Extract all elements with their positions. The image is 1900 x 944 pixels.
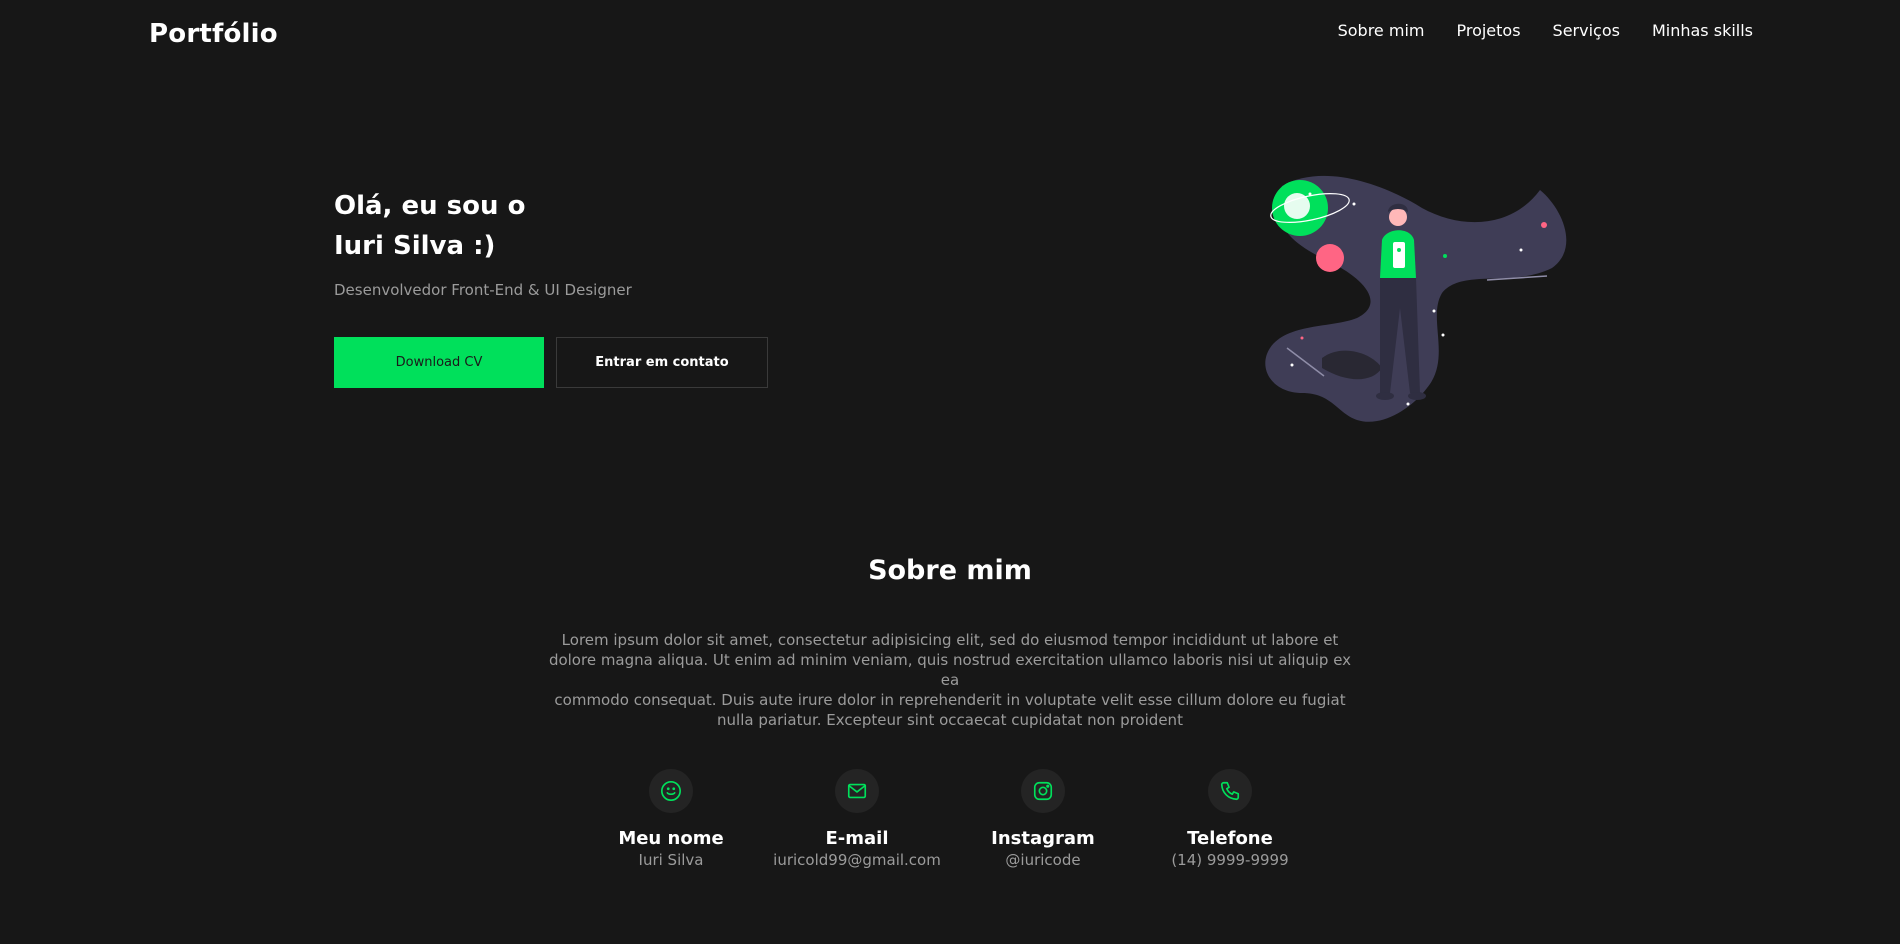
astronaut-illustration — [1265, 175, 1567, 422]
nav-link-projetos[interactable]: Projetos — [1456, 21, 1520, 40]
hero-title-line1: Olá, eu sou o — [334, 191, 526, 221]
portfolio-page: Portfólio Sobre mim Projetos Serviços Mi… — [0, 0, 1900, 944]
about-text-line: commodo consequat. Duis aute irure dolor… — [554, 691, 1346, 709]
phone-icon[interactable] — [1208, 769, 1252, 813]
nav-link-servicos[interactable]: Serviços — [1553, 21, 1620, 40]
logo[interactable]: Portfólio — [149, 19, 278, 49]
contact-label: Telefone — [1187, 828, 1273, 849]
contact-item-phone: Telefone (14) 9999-9999 — [1120, 769, 1340, 869]
contact-button[interactable]: Entrar em contato — [556, 337, 768, 388]
main-nav: Sobre mim Projetos Serviços Minhas skill… — [1338, 21, 1753, 40]
hero-title: Olá, eu sou o Iuri Silva :) — [334, 186, 525, 266]
about-text-line: nulla pariatur. Excepteur sint occaecat … — [717, 711, 1183, 729]
mail-icon[interactable] — [835, 769, 879, 813]
contact-info-list: Meu nome Iuri Silva E-mail iuricold99@gm… — [0, 769, 1900, 879]
about-text-line: Lorem ipsum dolor sit amet, consectetur … — [561, 631, 1339, 649]
instagram-icon[interactable] — [1021, 769, 1065, 813]
about-title: Sobre mim — [868, 555, 1032, 586]
site-header: Portfólio Sobre mim Projetos Serviços Mi… — [0, 0, 1900, 74]
smile-icon — [649, 769, 693, 813]
nav-link-sobre-mim[interactable]: Sobre mim — [1338, 21, 1425, 40]
about-text: Lorem ipsum dolor sit amet, consectetur … — [545, 630, 1355, 730]
contact-value[interactable]: (14) 9999-9999 — [1120, 851, 1340, 869]
about-text-line: dolore magna aliqua. Ut enim ad minim ve… — [548, 651, 1352, 689]
hero-subtitle: Desenvolvedor Front-End & UI Designer — [334, 281, 632, 299]
download-cv-button[interactable]: Download CV — [334, 337, 544, 388]
nav-link-minhas-skills[interactable]: Minhas skills — [1652, 21, 1753, 40]
hero-title-line2: Iuri Silva :) — [334, 231, 496, 261]
